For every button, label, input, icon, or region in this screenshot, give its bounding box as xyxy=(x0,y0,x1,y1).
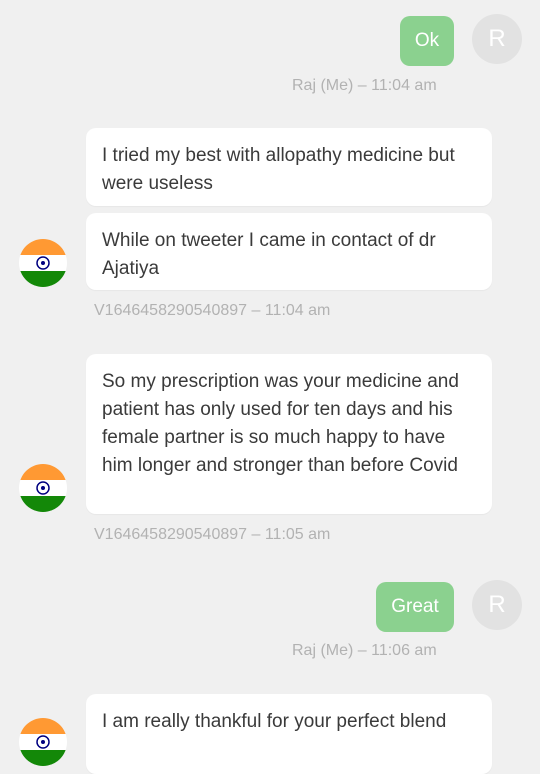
message-text: So my prescription was your medicine and… xyxy=(102,371,459,476)
message-text: While on tweeter I came in contact of dr… xyxy=(102,230,436,279)
user-avatar[interactable]: R xyxy=(472,14,522,64)
message-meta: V1646458290540897 – 11:04 am xyxy=(94,302,331,319)
message-text: I tried my best with allopathy medicine … xyxy=(102,145,455,194)
message-meta: Raj (Me) – 11:06 am xyxy=(292,642,437,659)
india-flag-icon[interactable] xyxy=(19,239,67,287)
incoming-message[interactable]: I tried my best with allopathy medicine … xyxy=(86,128,492,206)
message-text: Great xyxy=(391,596,439,617)
user-avatar[interactable]: R xyxy=(472,580,522,630)
outgoing-message-great[interactable]: Great xyxy=(376,582,454,632)
india-flag-icon[interactable] xyxy=(19,464,67,512)
message-text: I am really thankful for your perfect bl… xyxy=(102,711,447,732)
message-meta: Raj (Me) – 11:04 am xyxy=(292,77,437,94)
outgoing-message-ok[interactable]: Ok xyxy=(400,16,454,66)
incoming-message[interactable]: So my prescription was your medicine and… xyxy=(86,354,492,514)
message-text: Ok xyxy=(414,30,440,51)
message-meta: V1646458290540897 – 11:05 am xyxy=(94,526,331,543)
india-flag-icon[interactable] xyxy=(19,718,67,766)
incoming-message[interactable]: I am really thankful for your perfect bl… xyxy=(86,694,492,774)
incoming-message[interactable]: While on tweeter I came in contact of dr… xyxy=(86,213,492,290)
